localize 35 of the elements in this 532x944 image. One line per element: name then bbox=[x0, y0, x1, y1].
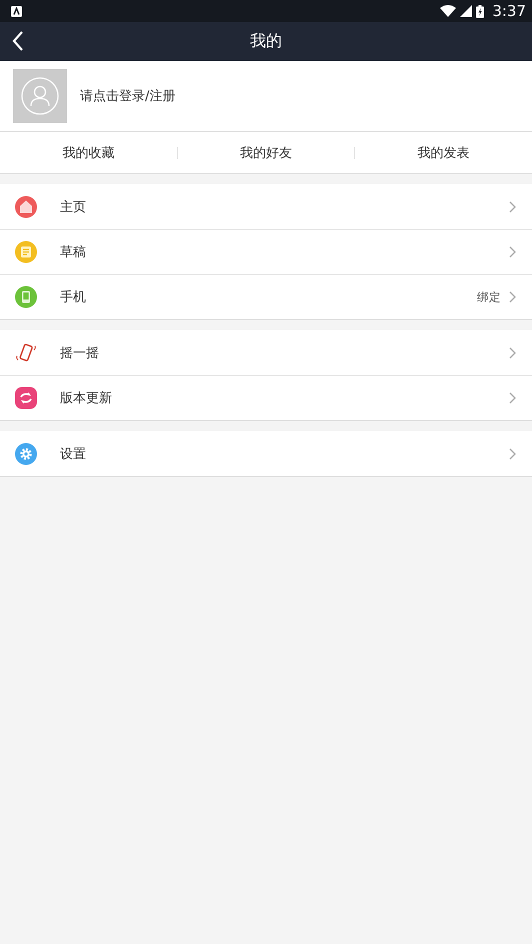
refresh-icon bbox=[15, 387, 37, 409]
login-link[interactable]: 请点击登录/注册 bbox=[80, 87, 176, 105]
profile-tab[interactable]: 我的收藏 bbox=[0, 132, 177, 173]
chevron-right-icon bbox=[509, 291, 516, 303]
wifi-icon bbox=[440, 5, 456, 17]
menu-item[interactable]: 主页 bbox=[0, 184, 532, 229]
menu-label: 草稿 bbox=[60, 244, 86, 261]
chevron-right-icon bbox=[509, 200, 516, 212]
menu-label: 版本更新 bbox=[60, 390, 112, 407]
menu-label: 设置 bbox=[60, 446, 86, 462]
settings-icon bbox=[15, 442, 37, 464]
chevron-right-icon bbox=[509, 448, 516, 460]
signal-icon bbox=[460, 5, 472, 17]
menu-label: 手机 bbox=[60, 289, 86, 306]
menu-item[interactable]: 摇一摇 bbox=[0, 330, 532, 375]
profile-tab[interactable]: 我的好友 bbox=[178, 132, 354, 173]
menu-item[interactable]: 版本更新 bbox=[0, 375, 532, 420]
bind-status: 绑定 bbox=[477, 290, 501, 304]
battery-icon bbox=[476, 4, 484, 18]
profile-tab[interactable]: 我的发表 bbox=[355, 132, 532, 173]
menu-label: 主页 bbox=[60, 198, 86, 216]
phone-icon bbox=[15, 286, 37, 308]
menu-item[interactable]: 手机 绑定 bbox=[0, 274, 532, 319]
chevron-right-icon bbox=[509, 392, 516, 404]
shaking-phone-icon bbox=[15, 342, 37, 364]
chevron-right-icon bbox=[509, 346, 516, 358]
page-title: 我的 bbox=[250, 31, 282, 52]
house-icon bbox=[15, 196, 37, 218]
chevron-right-icon bbox=[509, 246, 516, 258]
menu-label: 摇一摇 bbox=[60, 344, 99, 362]
note-icon bbox=[15, 241, 37, 263]
clock-time: 3:37 bbox=[492, 2, 526, 20]
notification-icon bbox=[11, 6, 22, 16]
menu-item[interactable]: 设置 bbox=[0, 431, 532, 476]
menu-item[interactable]: 草稿 bbox=[0, 229, 532, 274]
